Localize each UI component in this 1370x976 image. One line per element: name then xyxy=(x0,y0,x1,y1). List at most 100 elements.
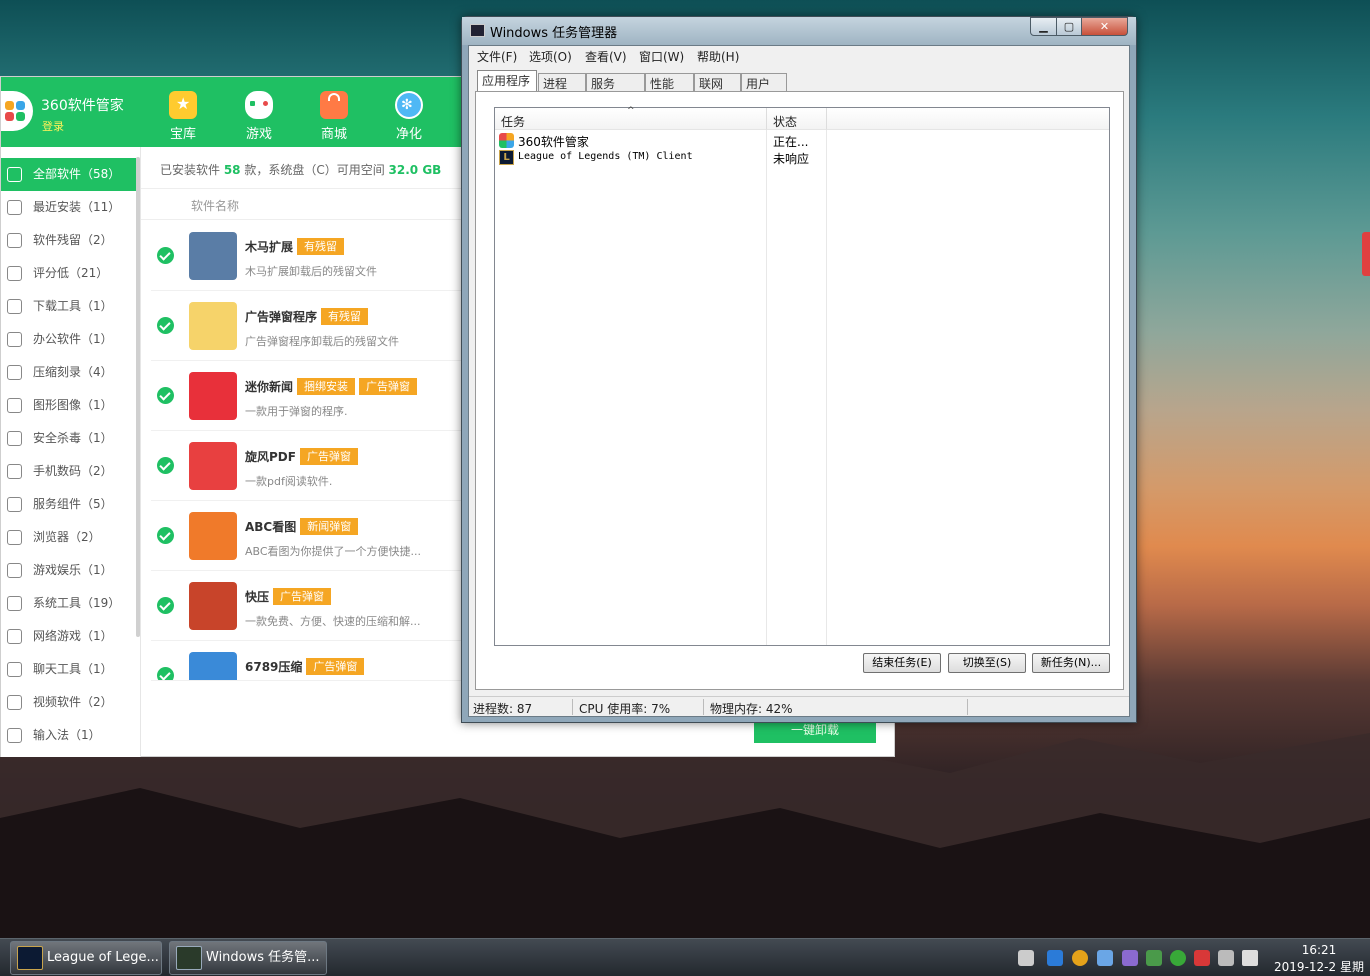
software-row[interactable]: ABC看图 新闻弹窗 ABC看图为你提供了一个方便快捷... xyxy=(151,501,461,571)
tab-services[interactable]: 服务 xyxy=(586,73,645,92)
task-row[interactable]: 360软件管家 正在... xyxy=(499,133,1099,149)
switch-to-button[interactable]: 切换至(S) xyxy=(948,653,1026,673)
user-tray-icon[interactable] xyxy=(1122,950,1138,966)
title-bar[interactable]: Windows 任务管理器 ▁ ▢ ✕ xyxy=(462,17,1136,45)
software-row[interactable]: 旋风PDF 广告弹窗 一款pdf阅读软件. xyxy=(151,431,461,501)
maximize-button[interactable]: ▢ xyxy=(1056,17,1082,36)
applications-panel: 任务 ^ 状态 360软件管家 正在... L League of Legends… xyxy=(475,91,1124,690)
software-row[interactable]: 迷你新闻 捆绑安装 广告弹窗 一款用于弹窗的程序. xyxy=(151,361,461,431)
sidebar-item[interactable]: 聊天工具（1） xyxy=(1,653,136,686)
sidebar-item[interactable]: 系统工具（19） xyxy=(1,587,136,620)
checkbox-checked-icon[interactable] xyxy=(157,597,174,614)
tab-processes[interactable]: 进程 xyxy=(538,73,586,92)
menu-bar: 文件(F) 选项(O) 查看(V) 窗口(W) 帮助(H) xyxy=(469,46,1129,66)
sort-up-icon: ^ xyxy=(627,106,635,116)
software-row[interactable]: 广告弹窗程序 有残留 广告弹窗程序卸载后的残留文件 xyxy=(151,291,461,361)
nav-label: 宝库 xyxy=(169,127,196,142)
sidebar-item[interactable]: 网络游戏（1） xyxy=(1,620,136,653)
sidebar-item-label: 系统工具（19） xyxy=(33,596,121,610)
checkbox-checked-icon[interactable] xyxy=(157,317,174,334)
window-title: Windows 任务管理器 xyxy=(490,26,618,41)
sidebar-item[interactable]: 图形图像（1） xyxy=(1,389,136,422)
sidebar-item-label: 下载工具（1） xyxy=(33,299,113,313)
column-task[interactable]: 任务 ^ xyxy=(495,106,767,130)
software-desc: 木马扩展卸载后的残留文件 xyxy=(245,265,377,278)
g-icon[interactable] xyxy=(1072,950,1088,966)
software-tag: 广告弹窗 xyxy=(359,378,418,395)
shield-tray-icon[interactable] xyxy=(1097,950,1113,966)
sidebar-item[interactable]: 服务组件（5） xyxy=(1,488,136,521)
menu-help[interactable]: 帮助(H) xyxy=(697,48,739,65)
menu-options[interactable]: 选项(O) xyxy=(529,48,572,65)
tab-performance[interactable]: 性能 xyxy=(645,73,694,92)
menu-window[interactable]: 窗口(W) xyxy=(639,48,684,65)
login-link[interactable]: 登录 xyxy=(42,118,64,134)
app-360-tray-icon[interactable] xyxy=(1170,950,1186,966)
sidebar-item[interactable]: 输入法（1） xyxy=(1,719,136,752)
battery-icon[interactable] xyxy=(1146,950,1162,966)
shield-icon xyxy=(7,431,22,446)
star-icon: ★ xyxy=(169,91,197,119)
menu-file[interactable]: 文件(F) xyxy=(477,48,517,65)
software-desc: 一款pdf阅读软件. xyxy=(245,475,333,488)
nav-shop[interactable]: 商城 xyxy=(309,91,359,142)
software-row[interactable]: 快压 广告弹窗 一款免费、方便、快速的压缩和解... xyxy=(151,571,461,641)
new-task-button[interactable]: 新任务(N)... xyxy=(1032,653,1110,673)
side-handle[interactable] xyxy=(1362,232,1370,276)
software-name: 广告弹窗程序 有残留 xyxy=(245,308,369,325)
close-button[interactable]: ✕ xyxy=(1081,17,1128,36)
sidebar-item[interactable]: 手机数码（2） xyxy=(1,455,136,488)
checkbox-checked-icon[interactable] xyxy=(157,457,174,474)
sidebar-item[interactable]: 游戏娱乐（1） xyxy=(1,554,136,587)
tp-icon[interactable] xyxy=(1047,950,1063,966)
column-filler xyxy=(827,108,1109,130)
clock[interactable]: 16:21 2019-12-2 星期一 xyxy=(1274,942,1364,976)
taskbar: League of Lege... Windows 任务管... 16:21 2… xyxy=(0,938,1370,976)
sidebar-item[interactable]: 软件残留（2） xyxy=(1,224,136,257)
tab-applications[interactable]: 应用程序 xyxy=(477,70,537,92)
keyboard-icon[interactable] xyxy=(1018,950,1034,966)
network-icon[interactable] xyxy=(1218,950,1234,966)
sidebar-scrollbar[interactable] xyxy=(136,157,140,637)
software-desc: ABC看图为你提供了一个方便快捷... xyxy=(245,545,422,558)
nav-games[interactable]: 游戏 xyxy=(234,91,284,142)
checkbox-checked-icon[interactable] xyxy=(157,527,174,544)
sidebar-item[interactable]: 办公软件（1） xyxy=(1,323,136,356)
menu-view[interactable]: 查看(V) xyxy=(585,48,627,65)
software-row[interactable]: 6789压缩广告弹窗6789压缩是一款最新的压缩软件 xyxy=(151,641,461,681)
sidebar-item[interactable]: 全部软件（58） xyxy=(1,158,136,191)
sidebar-item[interactable]: 压缩刻录（4） xyxy=(1,356,136,389)
volume-icon[interactable] xyxy=(1242,950,1258,966)
tab-users[interactable]: 用户 xyxy=(741,73,787,92)
sidebar-item-label: 浏览器（2） xyxy=(33,530,101,544)
taskbar-item-taskmgr[interactable]: Windows 任务管... xyxy=(169,941,327,975)
column-software-name[interactable]: 软件名称 xyxy=(191,197,239,214)
sidebar-item[interactable]: 最近安装（11） xyxy=(1,191,136,224)
taskbar-item-lol[interactable]: League of Lege... xyxy=(10,941,162,975)
column-status[interactable]: 状态 xyxy=(767,108,827,130)
memory-usage: 物理内存: 42% xyxy=(710,702,793,716)
sidebar-item[interactable]: 浏览器（2） xyxy=(1,521,136,554)
minimize-button[interactable]: ▁ xyxy=(1030,17,1057,36)
checkbox-checked-icon[interactable] xyxy=(157,667,174,680)
weibo-icon[interactable] xyxy=(1194,950,1210,966)
chat-icon xyxy=(7,662,22,677)
software-icon xyxy=(189,372,237,420)
nav-purify[interactable]: ✻ 净化 xyxy=(384,91,434,142)
sidebar-item[interactable]: 下载工具（1） xyxy=(1,290,136,323)
tab-networking[interactable]: 联网 xyxy=(694,73,741,92)
checkbox-checked-icon[interactable] xyxy=(157,247,174,264)
end-task-button[interactable]: 结束任务(E) xyxy=(863,653,941,673)
checkbox-checked-icon[interactable] xyxy=(157,387,174,404)
nav-baoku[interactable]: ★ 宝库 xyxy=(158,91,208,142)
software-row[interactable]: 木马扩展 有残留 木马扩展卸载后的残留文件 xyxy=(151,221,461,291)
task-row[interactable]: L League of Legends (TM) Client 未响应 xyxy=(499,150,1099,166)
sidebar-item-label: 办公软件（1） xyxy=(33,332,113,346)
sidebar-item[interactable]: 评分低（21） xyxy=(1,257,136,290)
sidebar-item[interactable]: 视频软件（2） xyxy=(1,686,136,719)
sidebar-item[interactable]: 安全杀毒（1） xyxy=(1,422,136,455)
install-summary: 已安装软件 58 款，系统盘（C）可用空间 32.0 GB xyxy=(160,161,441,178)
clock-icon xyxy=(7,200,22,215)
sidebar-item-label: 压缩刻录（4） xyxy=(33,365,113,379)
window-body: 文件(F) 选项(O) 查看(V) 窗口(W) 帮助(H) 应用程序 进程 服务… xyxy=(468,45,1130,717)
